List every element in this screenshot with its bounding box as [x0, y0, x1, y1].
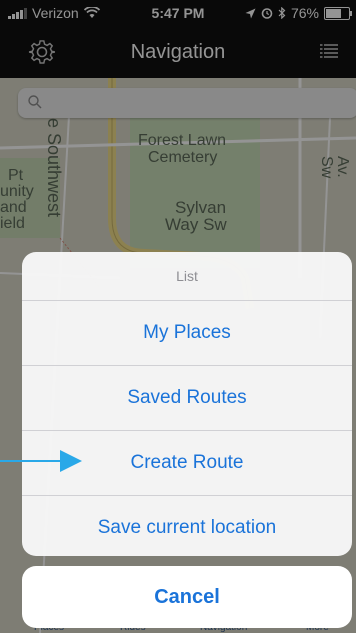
arrow-pointer-icon	[0, 450, 82, 472]
action-sheet: List My Places Saved Routes Create Route…	[22, 252, 352, 556]
action-sheet-title: List	[22, 252, 352, 301]
save-current-location-button[interactable]: Save current location	[22, 496, 352, 556]
saved-routes-button[interactable]: Saved Routes	[22, 366, 352, 431]
my-places-button[interactable]: My Places	[22, 301, 352, 366]
app-screen: Verizon 5:47 PM 76% Navigation Forest La…	[0, 0, 356, 633]
cancel-button[interactable]: Cancel	[22, 566, 352, 628]
